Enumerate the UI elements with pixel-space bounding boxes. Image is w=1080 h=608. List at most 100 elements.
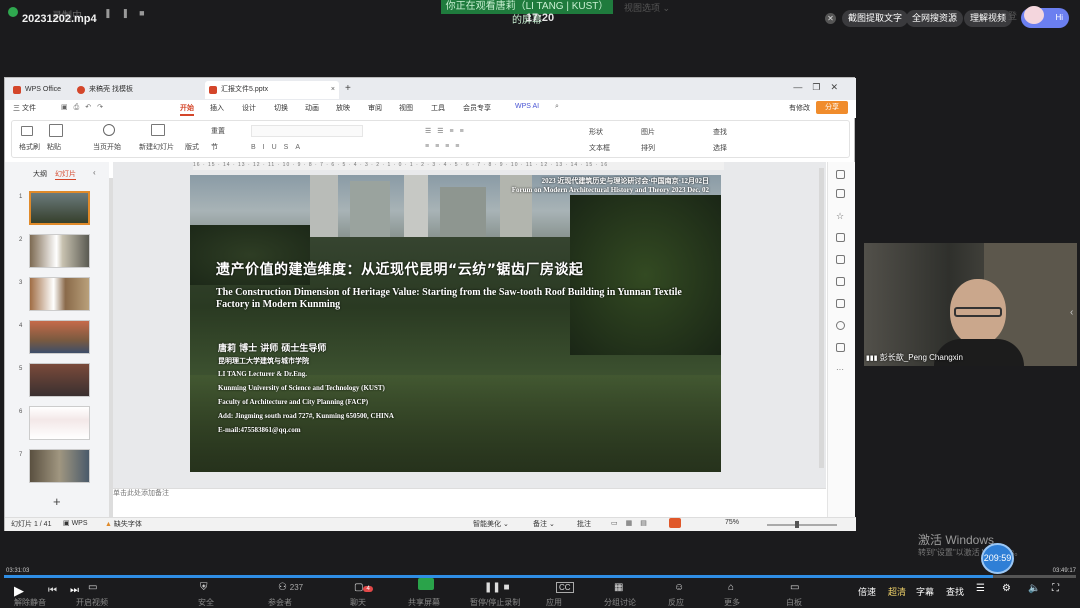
breakout-icon[interactable]: ▦ <box>614 582 623 593</box>
new-tab-button[interactable]: + <box>345 83 351 94</box>
recording-controls[interactable]: ❚❚■ <box>104 8 155 19</box>
help-icon[interactable] <box>836 321 845 330</box>
menu-insert[interactable]: 插入 <box>210 103 224 113</box>
menu-member[interactable]: 会员专享 <box>463 103 491 113</box>
quick-access-icons[interactable]: ▣⎙↶↷ <box>61 103 109 112</box>
modified-indicator[interactable]: 有修改 <box>789 103 810 113</box>
chat-label[interactable]: 聊天 <box>350 597 366 608</box>
reset-button[interactable]: 重置 <box>211 126 225 136</box>
slide-thumb-1[interactable] <box>29 191 90 225</box>
menu-transition[interactable]: 切换 <box>274 103 288 113</box>
menu-design[interactable]: 设计 <box>242 103 256 113</box>
menu-review[interactable]: 审阅 <box>368 103 382 113</box>
notes-area[interactable] <box>113 488 826 516</box>
theme-name[interactable]: ▣ WPS <box>63 519 88 527</box>
slide-thumb-4[interactable] <box>29 320 90 354</box>
whiteboard-icon[interactable]: ▭ <box>790 582 799 593</box>
close-icon[interactable]: ✕ <box>825 13 836 24</box>
slide-thumb-7[interactable] <box>29 449 90 483</box>
camera-icon[interactable]: ▭ <box>88 582 97 593</box>
menu-view[interactable]: 视图 <box>399 103 413 113</box>
chat-icon[interactable]: ▢ 4 <box>354 582 373 593</box>
slide-thumb-6[interactable] <box>29 406 90 440</box>
paste-icon[interactable] <box>49 124 63 137</box>
video-label[interactable]: 开启视频 <box>76 597 108 608</box>
fullscreen-icon[interactable]: ⛶ <box>1052 583 1059 594</box>
settings-icon[interactable]: ⚙ <box>1002 583 1011 594</box>
tab-outline[interactable]: 大纲 <box>33 169 47 179</box>
slideshow-play-icon[interactable] <box>669 518 681 528</box>
play-from-current-icon[interactable] <box>103 124 115 136</box>
select-button[interactable]: 选择 <box>713 143 727 153</box>
current-slide[interactable]: 2023 近现代建筑历史与理论研讨会·中国南京·12月02日 Forum on … <box>190 175 721 472</box>
menu-tools[interactable]: 工具 <box>431 103 445 113</box>
menu-wps-ai[interactable]: WPS AI <box>515 103 539 110</box>
zoom-level[interactable]: 75% <box>725 519 739 526</box>
apps-icon[interactable]: CC <box>556 582 574 593</box>
next-icon[interactable]: ⏭ <box>70 585 79 596</box>
shield-icon[interactable]: ⛨ <box>200 582 208 593</box>
format-painter-label[interactable]: 格式刷 <box>19 142 40 152</box>
menu-home[interactable]: 开始 <box>180 103 194 116</box>
menu-file[interactable]: 三 文件 <box>13 103 36 113</box>
textbox-button[interactable]: 文本框 <box>589 143 610 153</box>
layout-label[interactable]: 版式 <box>185 142 199 152</box>
picture-button[interactable]: 图片 <box>641 127 655 137</box>
zoom-slider[interactable] <box>767 524 837 526</box>
tab-wps-office[interactable]: WPS Office <box>9 81 69 99</box>
whiteboard-label[interactable]: 白板 <box>786 597 802 608</box>
collapse-panel-icon[interactable]: ‹ <box>93 168 96 177</box>
font-style-icons[interactable]: BIUSA <box>251 144 307 151</box>
tab-pptx-file[interactable]: 汇报文件5.pptx × <box>205 81 339 99</box>
security-label[interactable]: 安全 <box>198 597 214 608</box>
new-slide-label[interactable]: 新建幻灯片 <box>139 142 174 152</box>
participants-label[interactable]: 参会者 <box>268 597 292 608</box>
picture-icon[interactable] <box>836 255 845 264</box>
add-slide-button[interactable]: + <box>53 494 61 509</box>
playlist-icon[interactable]: ☰ <box>976 583 985 594</box>
understand-video-button[interactable]: 理解视频 <box>964 10 1013 27</box>
participant-video[interactable] <box>864 243 1077 366</box>
login-link[interactable]: 登 <box>1008 9 1017 22</box>
volume-icon[interactable]: 🔈 <box>1028 583 1040 594</box>
share-button[interactable]: 分享 <box>816 101 848 114</box>
previous-icon[interactable]: ⏮ <box>48 585 57 596</box>
section-label[interactable]: 节 <box>211 142 218 152</box>
zoom-slider-handle[interactable] <box>795 521 799 528</box>
quality-button[interactable]: 超清 <box>888 585 906 598</box>
new-slide-icon[interactable] <box>151 124 165 136</box>
arrange-button[interactable]: 排列 <box>641 143 655 153</box>
properties-icon[interactable] <box>836 189 845 198</box>
more-label[interactable]: 更多 <box>724 597 740 608</box>
font-name-select[interactable] <box>251 125 363 137</box>
speed-button[interactable]: 倍速 <box>858 585 876 598</box>
recording-timer-bubble[interactable]: 209:59 <box>981 543 1014 574</box>
participants-icon[interactable]: ⚇ 237 <box>278 582 303 593</box>
share-screen-icon[interactable] <box>418 578 434 590</box>
subtitle-button[interactable]: 字幕 <box>916 585 934 598</box>
record-label[interactable]: 暂停/停止录制 <box>470 597 520 608</box>
layers-icon[interactable] <box>836 233 845 242</box>
more-icon[interactable]: ··· <box>836 365 845 374</box>
smart-beautify[interactable]: 智能美化 ⌄ <box>473 519 509 529</box>
slide-thumb-2[interactable] <box>29 234 90 268</box>
tab-templates[interactable]: 来稿壳 找模板 <box>73 81 201 99</box>
tab-slides[interactable]: 幻灯片 <box>55 169 76 180</box>
menu-animation[interactable]: 动画 <box>305 103 319 113</box>
resource-search-button[interactable]: 全网搜资源 <box>906 10 964 27</box>
shapes-button[interactable]: 形状 <box>589 127 603 137</box>
mute-label[interactable]: 解除静音 <box>14 597 46 608</box>
collapse-icon[interactable] <box>836 170 845 179</box>
share-screen-label[interactable]: 共享屏幕 <box>408 597 440 608</box>
reaction-label[interactable]: 反应 <box>668 597 684 608</box>
tools-icon[interactable] <box>836 277 845 286</box>
play-from-current-label[interactable]: 当页开始 <box>93 142 121 152</box>
close-tab-icon[interactable]: × <box>331 81 335 99</box>
paragraph-icons[interactable]: ☰☰≡≡ <box>425 127 470 135</box>
share-icon[interactable] <box>836 343 845 352</box>
menu-slideshow[interactable]: 放映 <box>336 103 350 113</box>
format-painter-icon[interactable] <box>21 126 33 136</box>
notes-placeholder[interactable]: 单击此处添加备注 <box>113 488 169 498</box>
window-controls[interactable]: —❐✕ <box>793 82 848 93</box>
chevron-left-icon[interactable]: ‹ <box>1070 307 1073 318</box>
